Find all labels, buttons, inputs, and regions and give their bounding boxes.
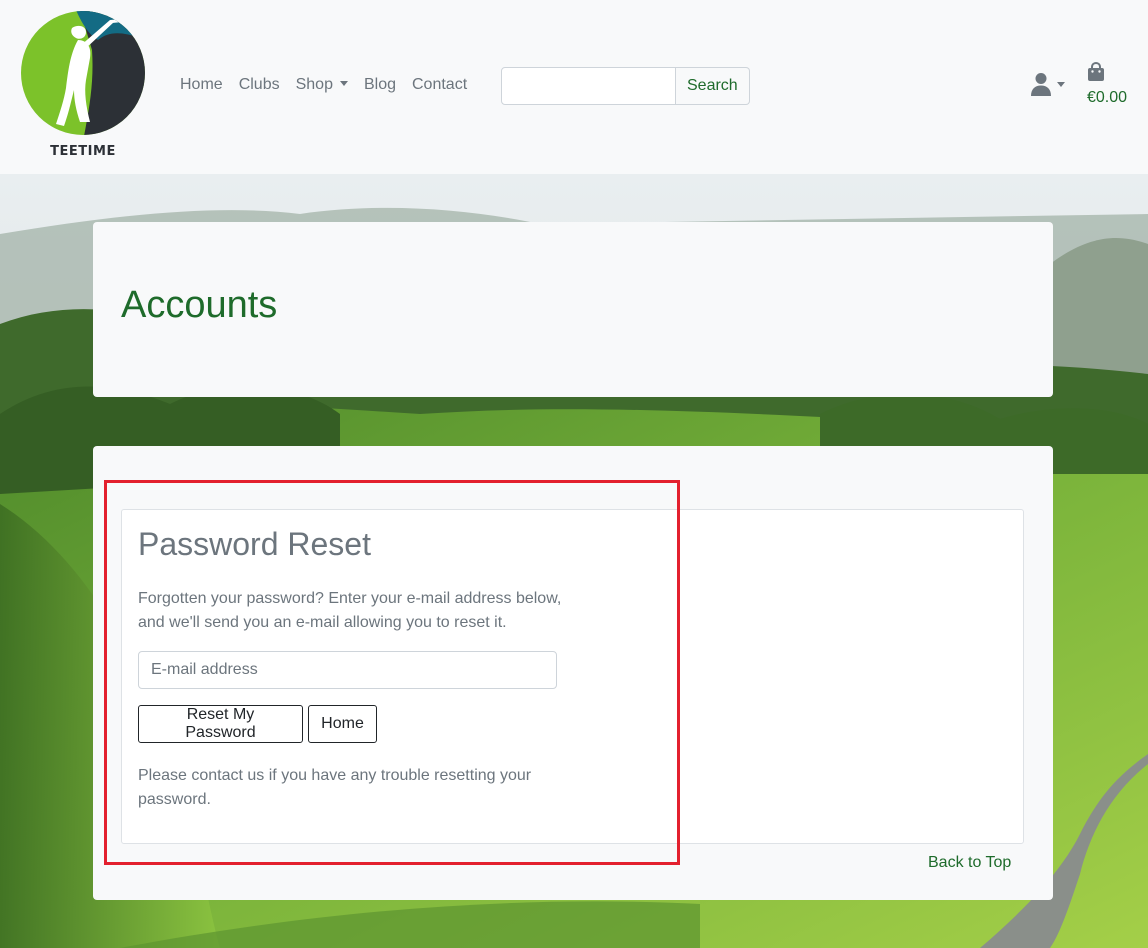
nav-home[interactable]: Home xyxy=(180,74,223,96)
user-icon xyxy=(1031,73,1051,96)
back-to-top-link[interactable]: Back to Top xyxy=(928,854,1011,872)
account-dropdown[interactable] xyxy=(1030,72,1065,101)
brand-logo[interactable]: TEETIME xyxy=(20,10,146,160)
reset-password-button[interactable]: Reset My Password xyxy=(138,705,303,743)
search-input[interactable] xyxy=(501,67,676,105)
page-header-card: Accounts xyxy=(93,222,1053,397)
home-button[interactable]: Home xyxy=(308,705,377,743)
password-reset-description: Forgotten your password? Enter your e-ma… xyxy=(138,590,562,631)
cart-total: €0.00 xyxy=(1087,89,1128,106)
nav-contact[interactable]: Contact xyxy=(412,74,467,96)
navbar: TEETIME Home Clubs Shop Blog Contact Sea… xyxy=(0,0,1148,174)
shopping-bag-icon xyxy=(1088,61,1104,81)
page-title: Accounts xyxy=(121,284,278,326)
password-reset-heading: Password Reset xyxy=(138,526,371,562)
search-button[interactable]: Search xyxy=(676,67,750,105)
golfer-logo xyxy=(21,11,145,135)
chevron-down-icon xyxy=(339,81,348,86)
email-field[interactable] xyxy=(138,651,557,689)
nav-blog[interactable]: Blog xyxy=(364,74,396,96)
main-nav: Home Clubs Shop Blog Contact xyxy=(180,74,483,96)
brand-name: TEETIME xyxy=(50,144,116,159)
nav-shop-label: Shop xyxy=(295,76,333,93)
search-form: Search xyxy=(501,67,750,105)
password-reset-help-text: Please contact us if you have any troubl… xyxy=(138,767,532,808)
main-content-card: Password Reset Forgotten your password? … xyxy=(93,446,1053,900)
nav-shop-dropdown[interactable]: Shop xyxy=(296,74,348,96)
shopping-bag-link[interactable]: €0.00 xyxy=(1087,61,1131,107)
password-reset-panel: Password Reset Forgotten your password? … xyxy=(121,509,1024,844)
chevron-down-icon xyxy=(1057,82,1065,87)
nav-clubs[interactable]: Clubs xyxy=(239,74,280,96)
